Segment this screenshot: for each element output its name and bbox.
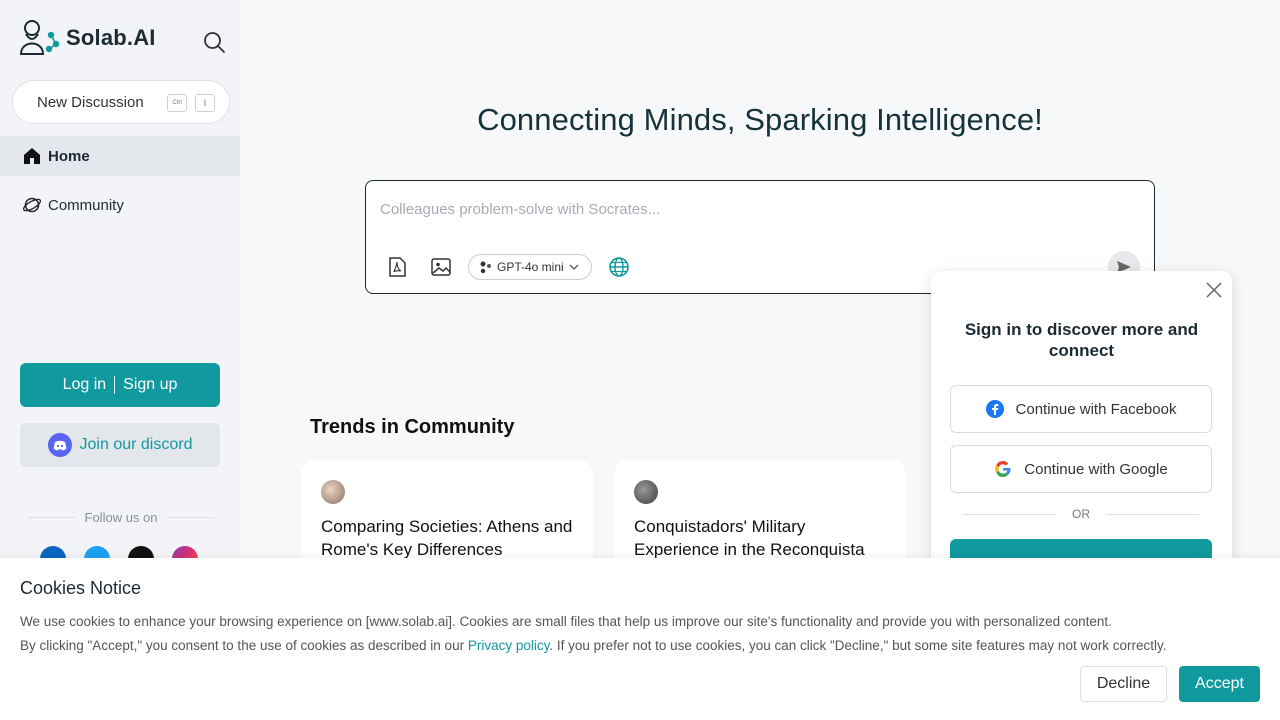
login-label[interactable]: Log in	[63, 376, 107, 394]
login-signup-button[interactable]: Log in Sign up	[20, 363, 220, 407]
card-title: Conquistadors' Military Experience in th…	[634, 517, 865, 559]
divider-line	[28, 517, 75, 518]
join-discord-button[interactable]: Join our discord	[20, 423, 220, 467]
signup-label[interactable]: Sign up	[123, 376, 177, 394]
trends-title: Trends in Community	[310, 416, 515, 438]
globe-icon[interactable]	[608, 256, 630, 278]
sidebar-item-label: Home	[48, 147, 90, 165]
cookie-text: We use cookies to enhance your browsing …	[20, 614, 1112, 629]
model-select[interactable]: GPT-4o mini	[468, 254, 592, 280]
discord-icon	[47, 433, 72, 457]
logo[interactable]: Solab.AI	[18, 18, 156, 58]
or-divider: OR	[963, 507, 1199, 521]
model-select-value: GPT-4o mini	[497, 260, 564, 274]
cookie-text-part: By clicking "Accept," you consent to the…	[20, 638, 468, 653]
google-label: Continue with Google	[1024, 460, 1168, 478]
shortcut-key-i: I	[195, 94, 215, 112]
pdf-upload-icon[interactable]	[386, 256, 408, 278]
facebook-label: Continue with Facebook	[1015, 400, 1177, 418]
chevron-down-icon	[569, 264, 579, 270]
home-icon	[24, 148, 40, 164]
signin-popup: Sign in to discover more and connect Con…	[931, 271, 1232, 579]
continue-google-button[interactable]: Continue with Google	[950, 445, 1212, 493]
cookie-title: Cookies Notice	[20, 578, 142, 598]
socrates-logo-icon	[19, 20, 60, 55]
close-icon[interactable]	[1205, 281, 1223, 299]
search-icon[interactable]	[202, 30, 226, 54]
image-upload-icon[interactable]	[430, 256, 452, 278]
shortcut-key-ctrl: Ctrl	[167, 94, 187, 112]
follow-us-label: Follow us on	[84, 510, 158, 525]
new-discussion-button[interactable]: New Discussion Ctrl I	[12, 80, 230, 124]
discord-label: Join our discord	[79, 436, 193, 453]
avatar	[634, 480, 658, 504]
privacy-policy-link[interactable]: Privacy policy	[468, 638, 550, 653]
page-title: Connecting Minds, Sparking Intelligence!	[477, 102, 1043, 137]
cookie-text: By clicking "Accept," you consent to the…	[20, 638, 1166, 653]
or-label: OR	[1072, 507, 1090, 521]
cookie-text-part: . If you prefer not to use cookies, you …	[549, 638, 1167, 653]
sidebar-item-home[interactable]: Home	[0, 136, 240, 176]
logo-row: Solab.AI	[18, 18, 228, 68]
card-title: Comparing Societies: Athens and Rome's K…	[321, 517, 573, 559]
cookie-banner: Cookies Notice We use cookies to enhance…	[0, 558, 1280, 720]
divider-line	[1106, 513, 1199, 515]
continue-facebook-button[interactable]: Continue with Facebook	[950, 385, 1212, 433]
sidebar-item-community[interactable]: Community	[0, 185, 240, 225]
sidebar-item-label: Community	[48, 196, 124, 214]
divider	[114, 376, 116, 394]
model-icon	[480, 261, 491, 274]
accept-button[interactable]: Accept	[1179, 666, 1260, 702]
logo-text: Solab.AI	[66, 25, 156, 50]
signin-title: Sign in to discover more and connect	[964, 320, 1199, 360]
new-discussion-label: New Discussion	[37, 93, 144, 111]
google-icon	[995, 461, 1011, 477]
follow-us-divider: Follow us on	[28, 510, 215, 525]
divider-line	[167, 517, 215, 518]
divider-line	[963, 513, 1056, 515]
composer-input[interactable]: Colleagues problem-solve with Socrates..…	[380, 201, 660, 218]
planet-icon	[22, 197, 42, 213]
facebook-icon	[985, 400, 1004, 418]
avatar	[321, 480, 345, 504]
decline-button[interactable]: Decline	[1080, 666, 1167, 702]
